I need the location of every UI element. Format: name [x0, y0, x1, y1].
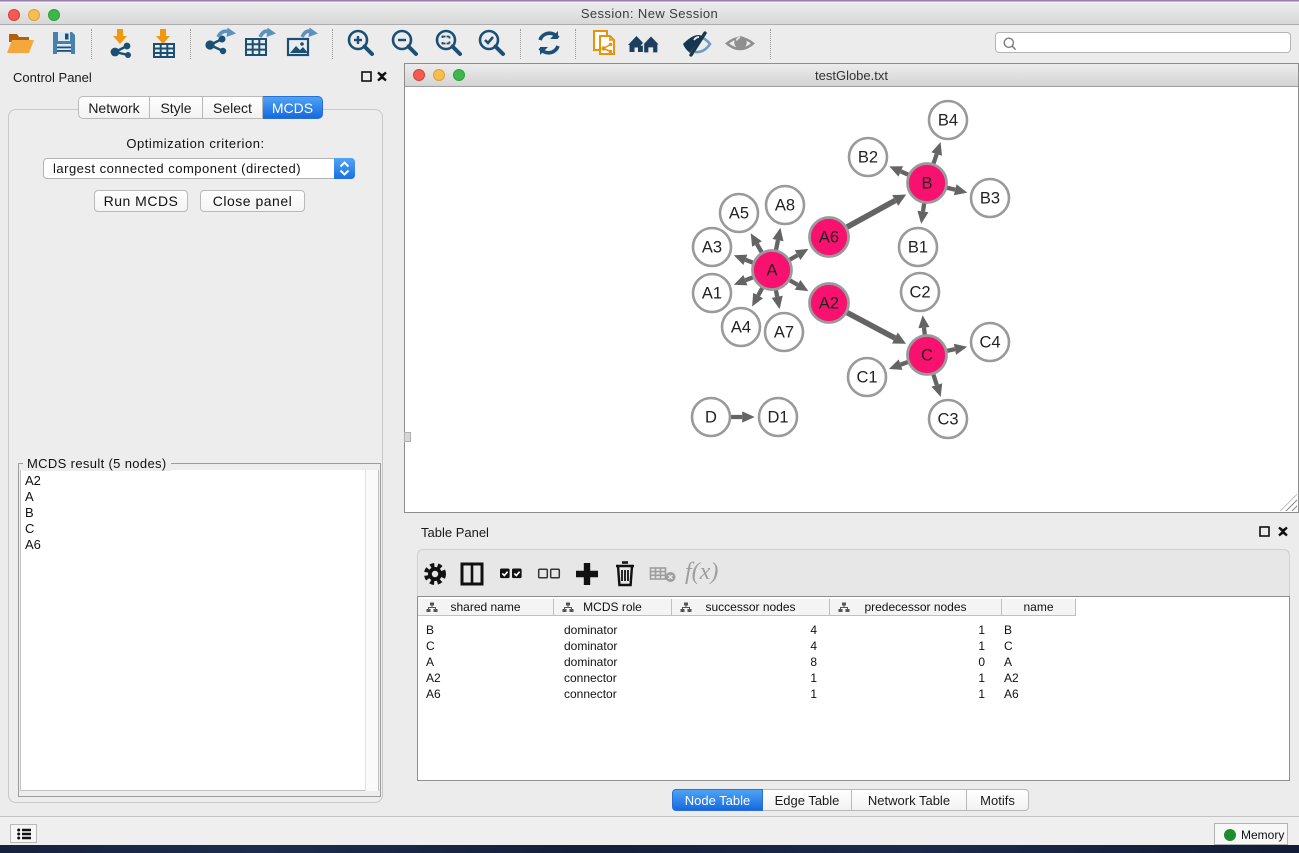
svg-text:C2: C2 — [909, 284, 930, 302]
svg-text:A2: A2 — [819, 295, 839, 313]
svg-text:C1: C1 — [856, 369, 877, 387]
svg-text:D1: D1 — [767, 409, 788, 427]
svg-text:C: C — [921, 347, 933, 365]
svg-text:A4: A4 — [731, 319, 751, 337]
svg-text:A6: A6 — [819, 229, 839, 247]
svg-text:B1: B1 — [908, 239, 928, 257]
svg-text:A7: A7 — [774, 324, 794, 342]
svg-text:A3: A3 — [702, 239, 722, 257]
svg-text:A8: A8 — [775, 197, 795, 215]
svg-text:B2: B2 — [858, 149, 878, 167]
svg-text:C4: C4 — [979, 334, 1000, 352]
svg-text:C3: C3 — [937, 411, 958, 429]
svg-text:D: D — [705, 409, 717, 427]
svg-text:A1: A1 — [702, 285, 722, 303]
svg-text:A5: A5 — [729, 205, 749, 223]
svg-text:B: B — [921, 175, 932, 193]
svg-text:B4: B4 — [938, 112, 958, 130]
svg-text:B3: B3 — [980, 190, 1000, 208]
svg-text:A: A — [766, 262, 777, 280]
